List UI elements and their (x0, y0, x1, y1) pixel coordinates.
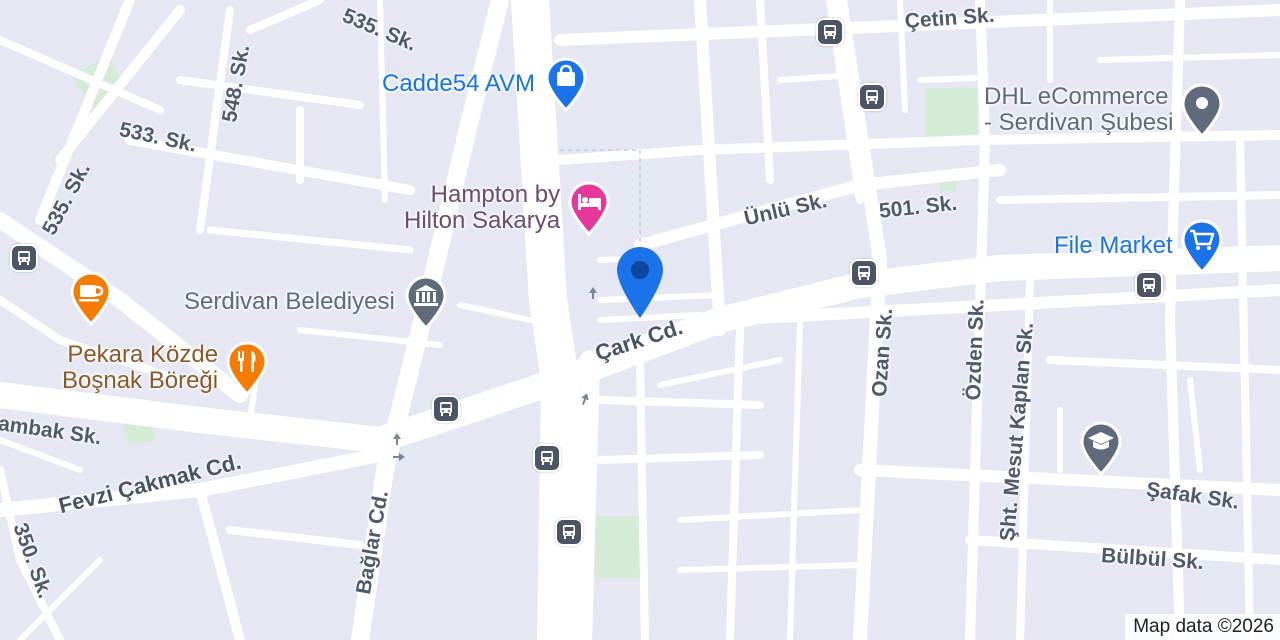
poi-label: Cadde54 AVM (382, 70, 535, 97)
bus-stop-icon[interactable] (10, 244, 38, 272)
bus-stop-icon[interactable] (1135, 271, 1163, 299)
one-way-arrow-icon (393, 433, 401, 445)
poi-dhl-ecommerce[interactable]: DHL eCommerce - Serdivan Şubesi (984, 82, 1225, 138)
bus-stop-icon[interactable] (533, 444, 561, 472)
poi-hampton-hilton[interactable]: Hampton by Hilton Sakarya (404, 180, 612, 236)
cafe-icon[interactable] (68, 270, 114, 326)
hotel-bed-icon (568, 181, 610, 236)
place-icon (1181, 83, 1223, 138)
map-canvas[interactable]: 535. Sk. 548. Sk. 533. Sk. 535. Sk. Çeti… (0, 0, 1280, 640)
shopping-bag-icon (545, 57, 587, 112)
poi-label: DHL eCommerce - Serdivan Şubesi (984, 84, 1173, 136)
bus-stop-icon[interactable] (816, 18, 844, 46)
government-building-icon (405, 275, 447, 330)
map-attribution: Map data ©2026 (1125, 614, 1280, 640)
poi-label: Serdivan Belediyesi (184, 288, 395, 315)
poi-label: Pekara Közde Boşnak Böreği (62, 342, 218, 394)
restaurant-icon (226, 341, 268, 396)
bus-stop-icon[interactable] (432, 395, 460, 423)
one-way-arrow-icon (581, 393, 589, 405)
bus-stop-icon[interactable] (850, 259, 878, 287)
one-way-arrow-icon (589, 287, 597, 299)
bus-stop-icon[interactable] (555, 518, 583, 546)
poi-cadde54-avm[interactable]: Cadde54 AVM (382, 56, 589, 112)
poi-label-line2: Boşnak Böreği (62, 367, 219, 394)
poi-label-line1: DHL eCommerce (984, 83, 1169, 110)
poi-label-line2: - Serdivan Şubesi (984, 109, 1174, 136)
location-pin-icon[interactable] (615, 246, 665, 320)
poi-label-line1: Pekara Közde (67, 341, 219, 368)
poi-serdivan-belediyesi[interactable]: Serdivan Belediyesi (184, 274, 449, 330)
street-label: Özden Sk. (962, 298, 989, 401)
poi-label-line2: Hilton Sakarya (404, 207, 561, 234)
poi-pekara-kozde[interactable]: Pekara Közde Boşnak Böreği (62, 340, 270, 396)
bus-stop-icon[interactable] (858, 83, 886, 111)
poi-label-line1: Hampton by (430, 181, 561, 208)
poi-file-market[interactable]: File Market (1054, 218, 1225, 274)
one-way-arrow-icon (393, 453, 405, 461)
school-icon[interactable] (1078, 420, 1124, 476)
shopping-cart-icon (1181, 219, 1223, 274)
poi-label: Hampton by Hilton Sakarya (404, 182, 560, 234)
poi-label: File Market (1054, 232, 1173, 259)
